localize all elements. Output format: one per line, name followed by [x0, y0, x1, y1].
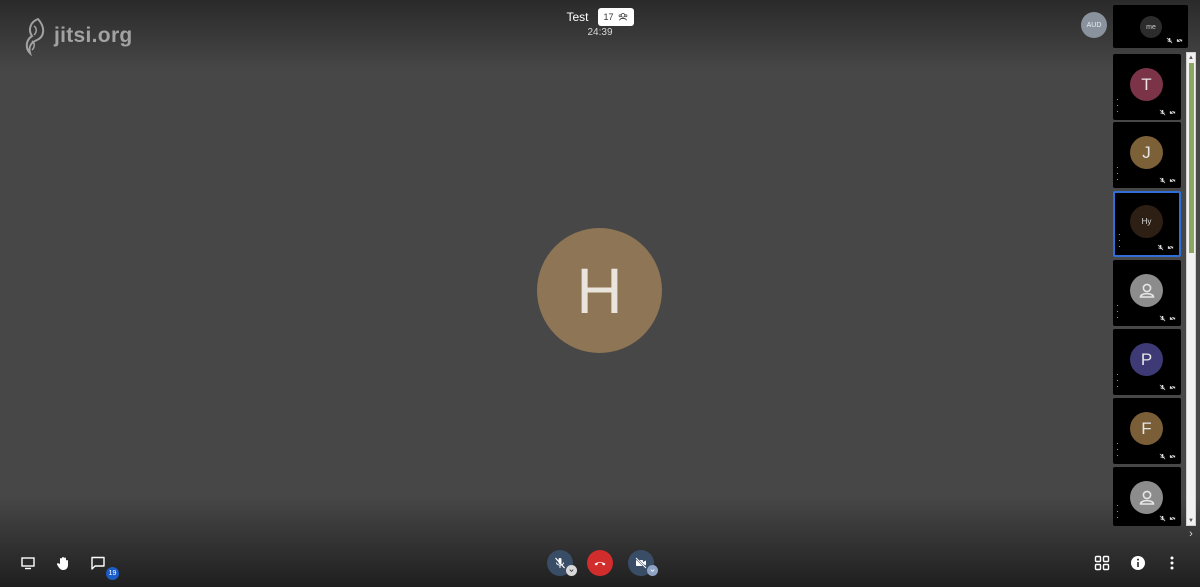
- filmstrip-toggle-chevron-icon[interactable]: ›: [1185, 528, 1197, 540]
- tile-status-icons: [1159, 109, 1176, 116]
- info-icon: [1131, 556, 1145, 570]
- more-options-button[interactable]: [1164, 554, 1180, 572]
- participant-avatar: J: [1130, 136, 1163, 169]
- local-status-icons: [1166, 37, 1183, 44]
- tile-status-icons: [1159, 515, 1176, 522]
- person-icon: [1139, 490, 1154, 505]
- tile-status-icons: [1159, 453, 1176, 460]
- screenshare-button[interactable]: [18, 554, 38, 572]
- camera-off-icon: [1169, 109, 1176, 116]
- participant-tile[interactable]: P · · ·: [1113, 329, 1181, 395]
- jitsi-logo-icon: [25, 17, 45, 56]
- tile-view-button[interactable]: [1093, 554, 1111, 572]
- participant-avatar: Hy: [1130, 205, 1163, 238]
- tile-view-icon: [1094, 555, 1110, 571]
- camera-off-icon: [635, 557, 647, 569]
- hand-icon: [56, 557, 68, 570]
- screen-icon: [21, 557, 35, 570]
- conference-info: Test 17 24:39: [540, 8, 660, 38]
- participant-tile[interactable]: · · ·: [1113, 467, 1181, 526]
- participant-tile[interactable]: J · · ·: [1113, 122, 1181, 188]
- participant-avatar: T: [1130, 68, 1163, 101]
- tile-status-icons: [1157, 244, 1174, 251]
- participant-avatar: F: [1130, 412, 1163, 445]
- participants-count: 17: [603, 12, 614, 22]
- mic-muted-icon: [1159, 453, 1166, 460]
- camera-off-icon: [1167, 244, 1174, 251]
- conference-timer: 24:39: [587, 27, 613, 38]
- mic-muted-icon: [1159, 109, 1166, 116]
- tile-menu-icon[interactable]: · · ·: [1116, 440, 1119, 460]
- hangup-button[interactable]: [587, 550, 613, 576]
- scroll-down-arrow-icon[interactable]: ▼: [1187, 516, 1195, 525]
- chat-button[interactable]: [88, 553, 108, 573]
- mic-muted-icon: [1159, 515, 1166, 522]
- tile-menu-icon[interactable]: · · ·: [1116, 371, 1119, 391]
- tile-status-icons: [1159, 177, 1176, 184]
- participants-icon: [618, 13, 627, 21]
- conference-name: Test: [566, 10, 589, 24]
- local-video-tile[interactable]: me: [1113, 5, 1188, 48]
- camera-off-icon: [1176, 37, 1183, 44]
- camera-off-icon: [1169, 515, 1176, 522]
- scroll-thumb[interactable]: [1189, 63, 1194, 253]
- tile-menu-icon[interactable]: · · ·: [1116, 164, 1119, 184]
- chat-unread-badge: 19: [106, 567, 119, 580]
- participant-avatar: [1130, 481, 1163, 514]
- chevron-down-icon: [650, 569, 655, 572]
- chat-icon: [91, 556, 105, 570]
- audio-settings-chevron[interactable]: [566, 565, 577, 576]
- mic-muted-icon: [1159, 315, 1166, 322]
- tile-menu-icon[interactable]: · · ·: [1116, 502, 1119, 522]
- tile-menu-icon[interactable]: · · ·: [1118, 231, 1121, 251]
- audio-only-badge: AUD: [1081, 12, 1107, 38]
- scroll-up-arrow-icon[interactable]: ▲: [1187, 53, 1195, 62]
- phone-hangup-icon: [594, 562, 606, 566]
- camera-off-icon: [1169, 177, 1176, 184]
- jitsi-logo[interactable]: jitsi.org: [22, 16, 133, 56]
- dominant-speaker-avatar: H: [537, 228, 662, 353]
- filmstrip-scrollbar[interactable]: ▲ ▼: [1186, 52, 1196, 526]
- participant-tile[interactable]: Hy · · ·: [1113, 191, 1181, 257]
- participant-tile[interactable]: F · · ·: [1113, 398, 1181, 464]
- microphone-muted-icon: [555, 557, 565, 569]
- tile-status-icons: [1159, 315, 1176, 322]
- info-button[interactable]: [1129, 554, 1147, 572]
- logo-text: jitsi.org: [54, 24, 133, 47]
- video-settings-chevron[interactable]: [647, 565, 658, 576]
- conference-stage: jitsi.org Test 17 24:39 H AUD me T · · ·…: [0, 0, 1200, 587]
- tile-menu-icon[interactable]: · · ·: [1116, 96, 1119, 116]
- more-vertical-icon: [1170, 556, 1174, 570]
- participants-count-button[interactable]: 17: [597, 8, 634, 26]
- local-avatar: me: [1140, 16, 1162, 38]
- chevron-down-icon: [569, 569, 574, 572]
- participant-tile[interactable]: · · ·: [1113, 260, 1181, 326]
- person-icon: [1139, 283, 1154, 298]
- camera-off-icon: [1169, 384, 1176, 391]
- mic-muted-icon: [1159, 177, 1166, 184]
- raise-hand-button[interactable]: [53, 553, 73, 573]
- participant-avatar: [1130, 274, 1163, 307]
- tile-status-icons: [1159, 384, 1176, 391]
- tile-menu-icon[interactable]: · · ·: [1116, 302, 1119, 322]
- camera-off-icon: [1169, 453, 1176, 460]
- mic-muted-icon: [1159, 384, 1166, 391]
- mic-muted-icon: [1157, 244, 1164, 251]
- camera-off-icon: [1169, 315, 1176, 322]
- participant-tile[interactable]: T · · ·: [1113, 54, 1181, 120]
- participant-avatar: P: [1130, 343, 1163, 376]
- mic-muted-icon: [1166, 37, 1173, 44]
